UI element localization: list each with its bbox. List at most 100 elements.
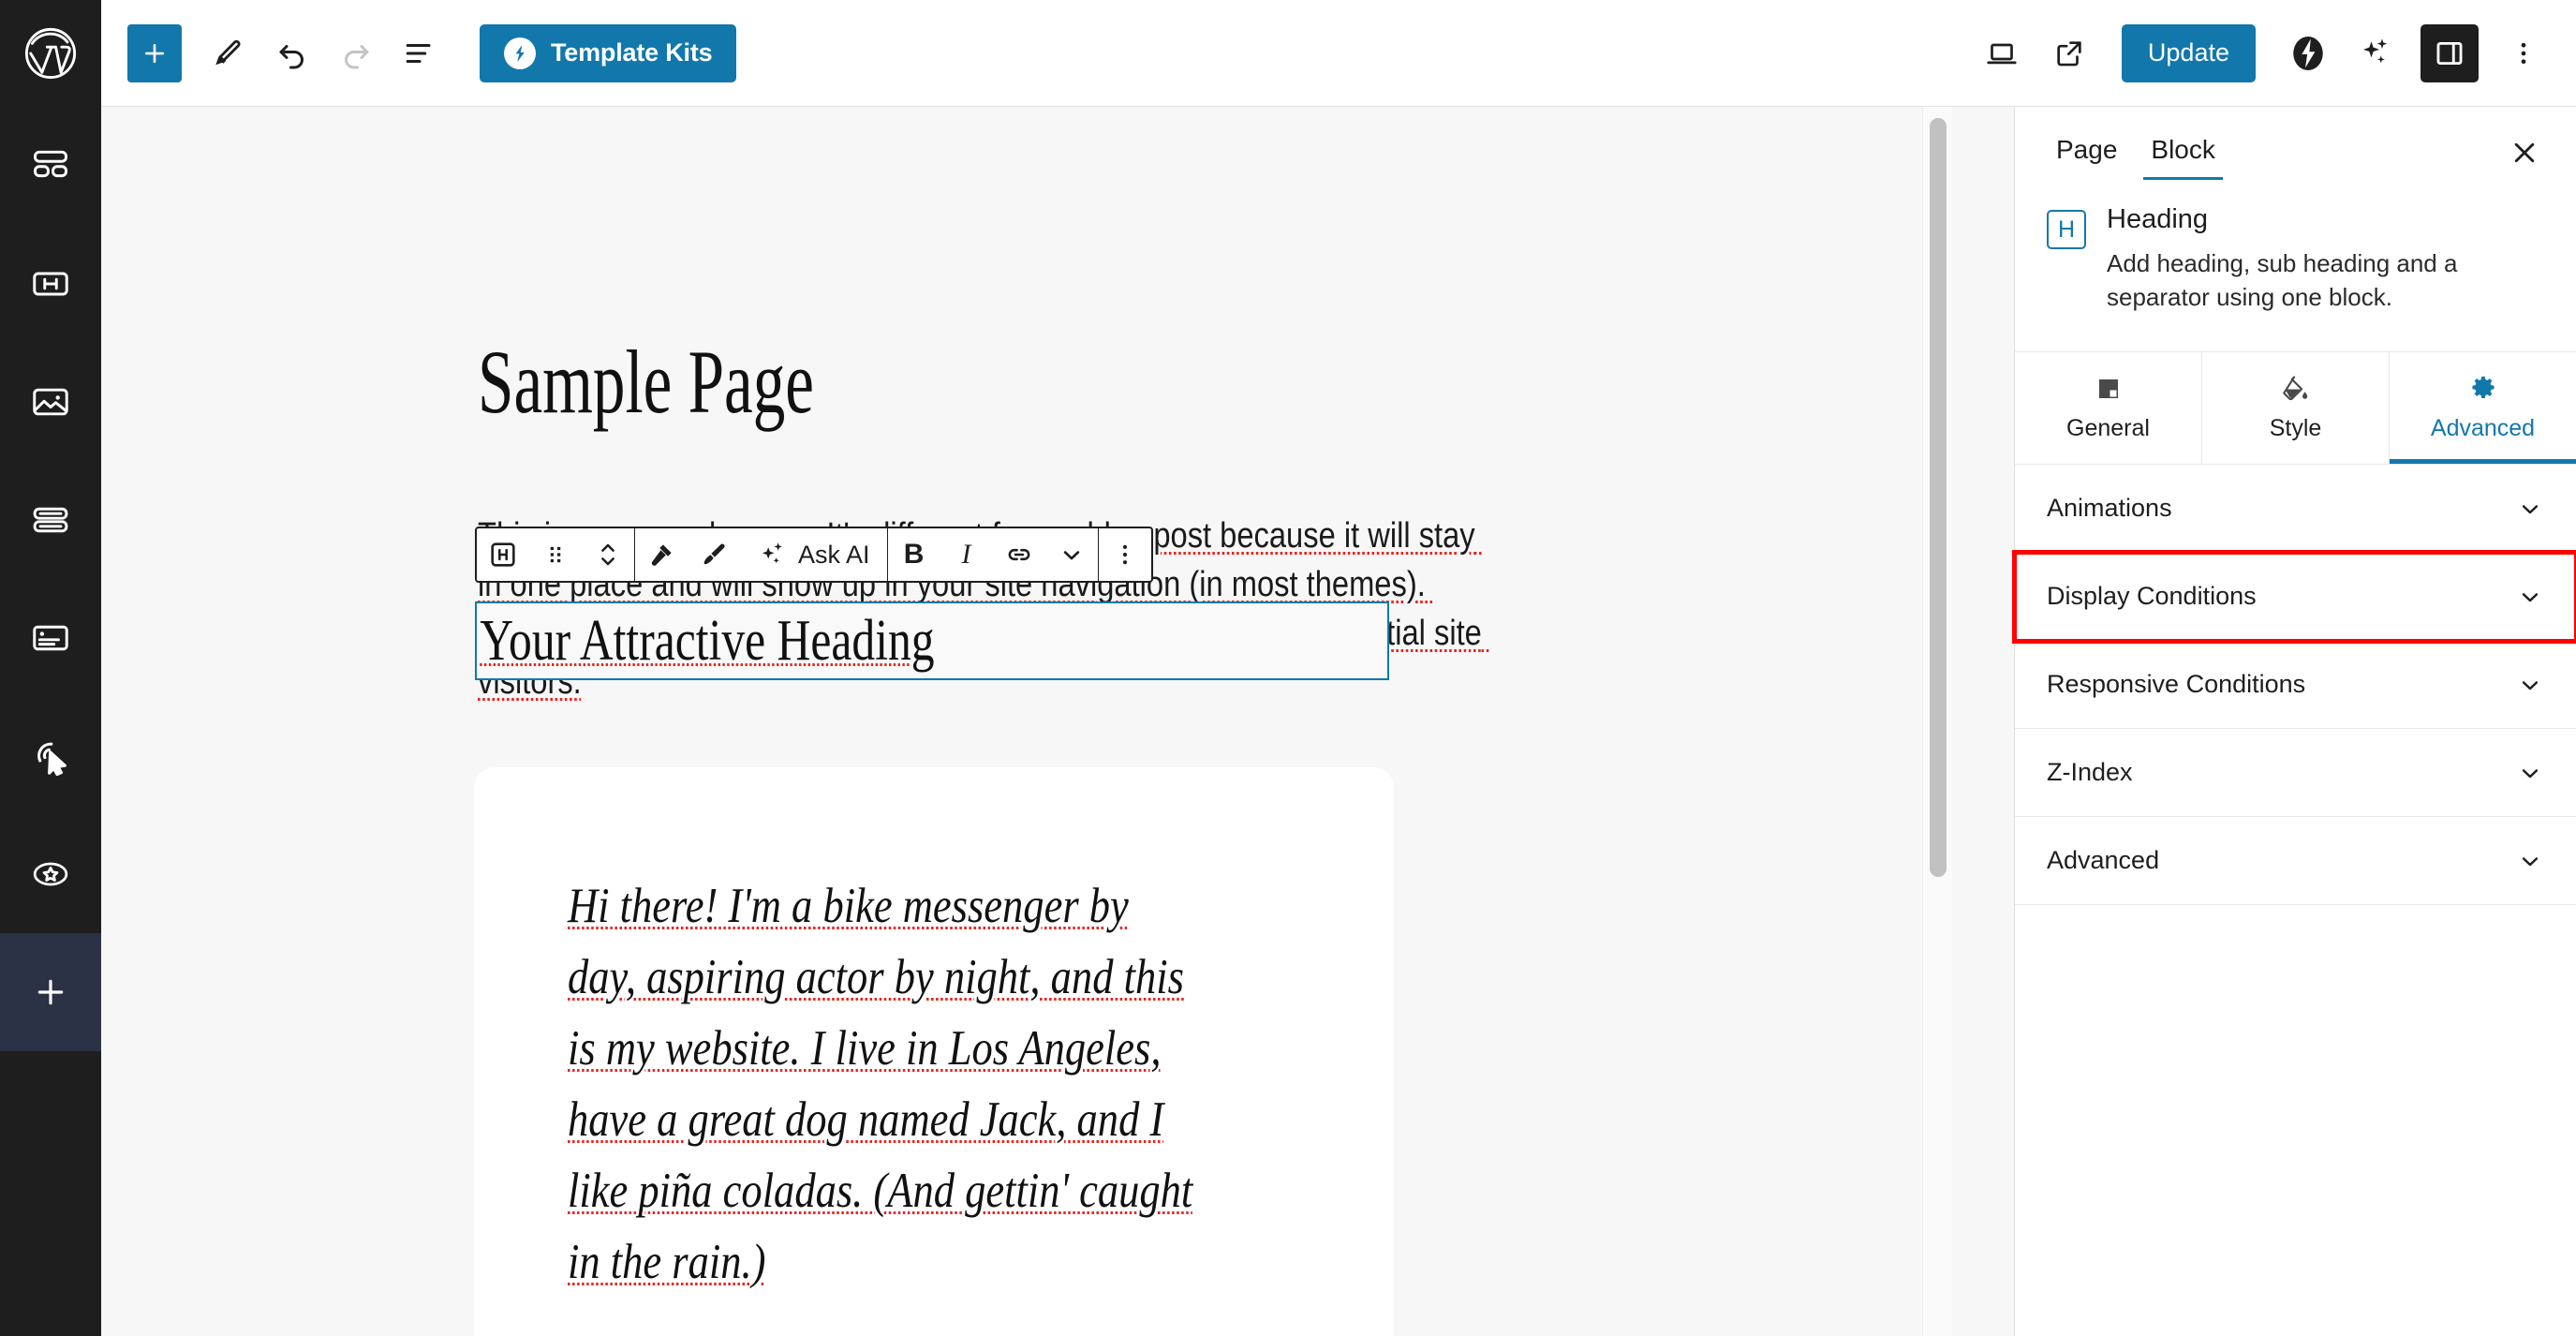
drag-handle-button[interactable]: [529, 528, 582, 581]
paint-brush-button[interactable]: [688, 528, 740, 581]
image-icon: [30, 381, 71, 423]
paint-bucket-icon: [2281, 374, 2311, 404]
accordion-animations-label: Animations: [2047, 494, 2172, 522]
add-block-button[interactable]: [127, 23, 182, 82]
block-toolbar-group-tools: Ask AI: [635, 528, 888, 581]
external-link-icon: [2053, 37, 2085, 69]
preview-button[interactable]: [2037, 22, 2101, 85]
bold-label: B: [903, 539, 925, 570]
move-up-down-chevrons-icon: [594, 539, 622, 571]
selected-heading-block[interactable]: Your Attractive Heading: [475, 601, 1389, 680]
chevron-down-icon: [2516, 583, 2544, 611]
settings-sidebar-toggle-button[interactable]: [2421, 23, 2479, 82]
jetpack-button[interactable]: [2276, 22, 2340, 85]
page-title[interactable]: Sample Page: [478, 330, 814, 434]
document-overview-icon: [404, 37, 436, 69]
close-x-icon: [2509, 137, 2540, 169]
pin-tool-icon: [646, 540, 676, 570]
accordion-responsive-conditions-label: Responsive Conditions: [2047, 670, 2306, 698]
subtab-style[interactable]: Style: [2202, 352, 2390, 464]
tab-page-label: Page: [2056, 135, 2118, 164]
pencil-icon: [213, 37, 244, 69]
canvas-scrollbar[interactable]: [1922, 107, 1952, 1336]
sidebar-item-media[interactable]: [0, 343, 101, 461]
heading-icon-letter: H: [2057, 215, 2076, 243]
bold-button[interactable]: B: [888, 528, 940, 581]
sidebar-item-favorites[interactable]: [0, 815, 101, 933]
heading-h-icon: [30, 263, 71, 304]
chevron-down-icon: [2516, 847, 2544, 875]
block-title: Heading: [2107, 204, 2209, 234]
editor-options-button[interactable]: [2492, 22, 2555, 85]
accordion-z-index-label: Z-Index: [2047, 758, 2133, 786]
canvas-scrollbar-thumb[interactable]: [1930, 118, 1947, 877]
italic-button[interactable]: I: [940, 528, 993, 581]
heading-h-icon: [487, 539, 519, 571]
top-bar-left-tools: Template Kits: [101, 22, 737, 85]
chevron-down-icon: [1058, 541, 1086, 569]
subtab-general[interactable]: General: [2015, 352, 2202, 464]
heading-h-icon: H: [2047, 210, 2086, 249]
drag-handle-dots-icon: [542, 542, 569, 568]
plus-icon: [141, 39, 169, 67]
tab-block-label: Block: [2151, 135, 2215, 164]
document-overview-button[interactable]: [388, 22, 452, 85]
redo-button[interactable]: [324, 22, 388, 85]
accordion-advanced[interactable]: Advanced: [2015, 817, 2576, 905]
chevron-down-icon: [2516, 495, 2544, 523]
jetpack-s-icon: [2288, 34, 2328, 73]
plus-icon: [32, 973, 69, 1011]
view-device-button[interactable]: [1970, 22, 2034, 85]
template-kits-button[interactable]: Template Kits: [480, 23, 737, 82]
close-sidebar-button[interactable]: [2503, 131, 2546, 174]
kebab-menu-icon: [2509, 39, 2538, 67]
move-block-button[interactable]: [582, 528, 634, 581]
ask-ai-button[interactable]: Ask AI: [740, 528, 887, 581]
accordion-z-index[interactable]: Z-Index: [2015, 729, 2576, 817]
heading-block-text: Your Attractive Heading: [480, 608, 935, 673]
block-type-button[interactable]: [477, 528, 529, 581]
tab-block[interactable]: Block: [2134, 107, 2231, 193]
chevron-down-icon: [2516, 759, 2544, 787]
content-card-block[interactable]: Hi there! I'm a bike messenger by day, a…: [474, 767, 1394, 1336]
more-formats-button[interactable]: [1045, 528, 1098, 581]
update-button[interactable]: Update: [2121, 23, 2256, 82]
accordion-responsive-conditions[interactable]: Responsive Conditions: [2015, 641, 2576, 729]
click-cursor-icon: [29, 735, 72, 778]
update-button-label: Update: [2147, 38, 2229, 67]
chevron-down-icon: [2516, 671, 2544, 699]
envato-s-icon: [504, 37, 536, 69]
sidebar-item-rows[interactable]: [0, 461, 101, 579]
block-description: Add heading, sub heading and a separator…: [2107, 249, 2458, 311]
accordion-display-conditions-label: Display Conditions: [2047, 582, 2257, 610]
accordion-animations[interactable]: Animations: [2015, 465, 2576, 553]
accordion-advanced-label: Advanced: [2047, 846, 2160, 874]
undo-button[interactable]: [260, 22, 324, 85]
sidebar-item-card[interactable]: [0, 579, 101, 697]
editor-canvas-content: Sample Page This is an example page. It'…: [101, 107, 2014, 1336]
wordpress-logo-button[interactable]: [0, 0, 101, 107]
block-settings-subtabs: General Style Advanced: [2015, 352, 2576, 465]
bio-paragraph-block[interactable]: Hi there! I'm a bike messenger by day, a…: [568, 870, 1197, 1298]
ask-ai-label: Ask AI: [798, 540, 870, 569]
template-kits-label: Template Kits: [551, 38, 713, 67]
block-toolbar[interactable]: Ask AI B I: [475, 527, 1153, 583]
pin-tool-button[interactable]: [635, 528, 688, 581]
sidebar-item-interactions[interactable]: [0, 697, 101, 815]
sidebar-item-add[interactable]: [0, 933, 101, 1051]
edit-mode-button[interactable]: [197, 22, 260, 85]
plugin-left-rail: [0, 107, 101, 1336]
sidebar-item-heading[interactable]: [0, 225, 101, 343]
block-options-button[interactable]: [1099, 528, 1151, 581]
tab-page[interactable]: Page: [2039, 107, 2134, 193]
sidebar-item-layout[interactable]: [0, 107, 101, 225]
top-bar-right-tools: Update: [1970, 22, 2576, 85]
editor-canvas[interactable]: Sample Page This is an example page. It'…: [101, 107, 2014, 1336]
redo-arrow-icon: [339, 37, 373, 70]
link-button[interactable]: [993, 528, 1045, 581]
subtab-advanced[interactable]: Advanced: [2390, 352, 2576, 464]
settings-sidebar-tabs: Page Block: [2015, 107, 2576, 193]
accordion-display-conditions[interactable]: Display Conditions: [2012, 550, 2576, 644]
ai-assistant-button[interactable]: [2344, 22, 2407, 85]
link-icon: [1004, 540, 1034, 570]
